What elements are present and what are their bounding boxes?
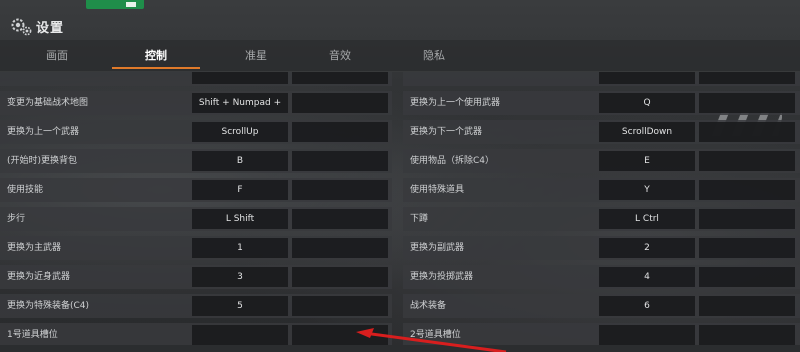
key-slot-secondary[interactable] xyxy=(292,122,388,142)
key-slot-primary[interactable]: 3 xyxy=(192,267,288,287)
binding-row[interactable]: 变更为基础战术地图 Shift + Numpad + xyxy=(0,91,392,115)
key-slot-primary[interactable]: L Shift xyxy=(192,209,288,229)
binding-row[interactable]: 更换为下一个武器 ScrollDown xyxy=(403,120,800,144)
key-slot-primary[interactable] xyxy=(192,72,288,84)
key-slot-secondary[interactable] xyxy=(292,72,388,84)
binding-row[interactable]: 下蹲 L Ctrl xyxy=(403,207,800,231)
binding-row[interactable] xyxy=(403,72,800,86)
binding-row[interactable]: 更换为近身武器 3 xyxy=(0,265,392,289)
binding-label: 步行 xyxy=(7,214,26,224)
exit-sign-graphic xyxy=(86,0,144,9)
key-slot-primary[interactable]: 2 xyxy=(599,238,695,258)
key-slot-secondary[interactable] xyxy=(292,296,388,316)
binding-label: (开始时)更换背包 xyxy=(7,156,78,166)
key-slot-primary[interactable]: E xyxy=(599,151,695,171)
binding-row[interactable]: 更换为副武器 2 xyxy=(403,236,800,260)
key-slot-primary[interactable]: Y xyxy=(599,180,695,200)
binding-label: 更换为上一个武器 xyxy=(7,127,80,137)
page-title: 设置 xyxy=(36,21,65,36)
key-slot-primary[interactable]: 5 xyxy=(192,296,288,316)
key-slot-secondary[interactable] xyxy=(699,180,795,200)
key-slot-primary[interactable]: 6 xyxy=(599,296,695,316)
binding-row[interactable]: 1号道具槽位 xyxy=(0,323,392,345)
binding-label: 更换为近身武器 xyxy=(7,272,71,282)
key-slot-secondary[interactable] xyxy=(699,72,795,84)
key-slot-secondary[interactable] xyxy=(699,296,795,316)
binding-label: 更换为投掷武器 xyxy=(410,272,474,282)
key-slot-secondary[interactable] xyxy=(699,209,795,229)
key-slot-secondary[interactable] xyxy=(699,325,795,345)
settings-tabs: 画面 控制 准星 音效 隐私 xyxy=(0,40,800,72)
binding-row[interactable]: 更换为投掷武器 4 xyxy=(403,265,800,289)
key-slot-secondary[interactable] xyxy=(699,122,795,142)
key-slot-secondary[interactable] xyxy=(699,238,795,258)
binding-row[interactable]: 使用特殊道具 Y xyxy=(403,178,800,202)
binding-label: 更换为下一个武器 xyxy=(410,127,483,137)
binding-label: 使用技能 xyxy=(7,185,44,195)
key-slot-secondary[interactable] xyxy=(699,151,795,171)
binding-row[interactable]: 步行 L Shift xyxy=(0,207,392,231)
binding-row[interactable]: 使用物品（拆除C4） E xyxy=(403,149,800,173)
gear-icon xyxy=(11,18,32,36)
binding-label: 使用物品（拆除C4） xyxy=(410,156,495,166)
settings-header: 设置 xyxy=(0,14,800,40)
key-slot-primary[interactable]: L Ctrl xyxy=(599,209,695,229)
key-slot-primary[interactable]: Shift + Numpad + xyxy=(192,93,288,113)
binding-label: 战术装备 xyxy=(410,301,447,311)
binding-row[interactable]: (开始时)更换背包 B xyxy=(0,149,392,173)
binding-row[interactable] xyxy=(0,72,392,86)
binding-label: 变更为基础战术地图 xyxy=(7,98,89,108)
binding-label: 下蹲 xyxy=(410,214,429,224)
binding-label: 更换为特殊装备(C4) xyxy=(7,301,90,311)
key-slot-primary[interactable]: F xyxy=(192,180,288,200)
key-slot-primary[interactable]: B xyxy=(192,151,288,171)
key-slot-secondary[interactable] xyxy=(292,151,388,171)
binding-row[interactable]: 战术装备 6 xyxy=(403,294,800,318)
binding-label: 更换为上一个使用武器 xyxy=(410,98,501,108)
key-slot-secondary[interactable] xyxy=(699,267,795,287)
key-slot-secondary[interactable] xyxy=(699,93,795,113)
key-slot-secondary[interactable] xyxy=(292,93,388,113)
key-slot-primary[interactable]: Q xyxy=(599,93,695,113)
binding-label: 使用特殊道具 xyxy=(410,185,465,195)
key-slot-primary[interactable] xyxy=(599,325,695,345)
key-slot-secondary[interactable] xyxy=(292,267,388,287)
tab-display[interactable]: 画面 xyxy=(7,40,107,72)
key-slot-primary[interactable] xyxy=(192,325,288,345)
binding-row[interactable]: 更换为上一个使用武器 Q xyxy=(403,91,800,115)
tab-audio[interactable]: 音效 xyxy=(290,40,390,72)
binding-row[interactable]: 使用技能 F xyxy=(0,178,392,202)
tab-controls[interactable]: 控制 xyxy=(106,40,206,72)
key-slot-secondary[interactable] xyxy=(292,209,388,229)
tab-privacy[interactable]: 隐私 xyxy=(384,40,484,72)
key-slot-primary[interactable]: ScrollUp xyxy=(192,122,288,142)
binding-label: 更换为副武器 xyxy=(410,243,465,253)
key-slot-secondary[interactable] xyxy=(292,180,388,200)
key-slot-primary[interactable]: 1 xyxy=(192,238,288,258)
binding-label: 更换为主武器 xyxy=(7,243,62,253)
binding-row[interactable]: 更换为特殊装备(C4) 5 xyxy=(0,294,392,318)
binding-row[interactable]: 更换为上一个武器 ScrollUp xyxy=(0,120,392,144)
key-slot-primary[interactable] xyxy=(599,72,695,84)
red-arrow-icon xyxy=(356,328,507,352)
key-slot-primary[interactable]: 4 xyxy=(599,267,695,287)
keybinding-grid: 变更为基础战术地图 Shift + Numpad + 更换为上一个武器 Scro… xyxy=(0,72,800,345)
key-slot-secondary[interactable] xyxy=(292,238,388,258)
binding-label: 1号道具槽位 xyxy=(7,330,58,340)
key-slot-primary[interactable]: ScrollDown xyxy=(599,122,695,142)
binding-row[interactable]: 更换为主武器 1 xyxy=(0,236,392,260)
